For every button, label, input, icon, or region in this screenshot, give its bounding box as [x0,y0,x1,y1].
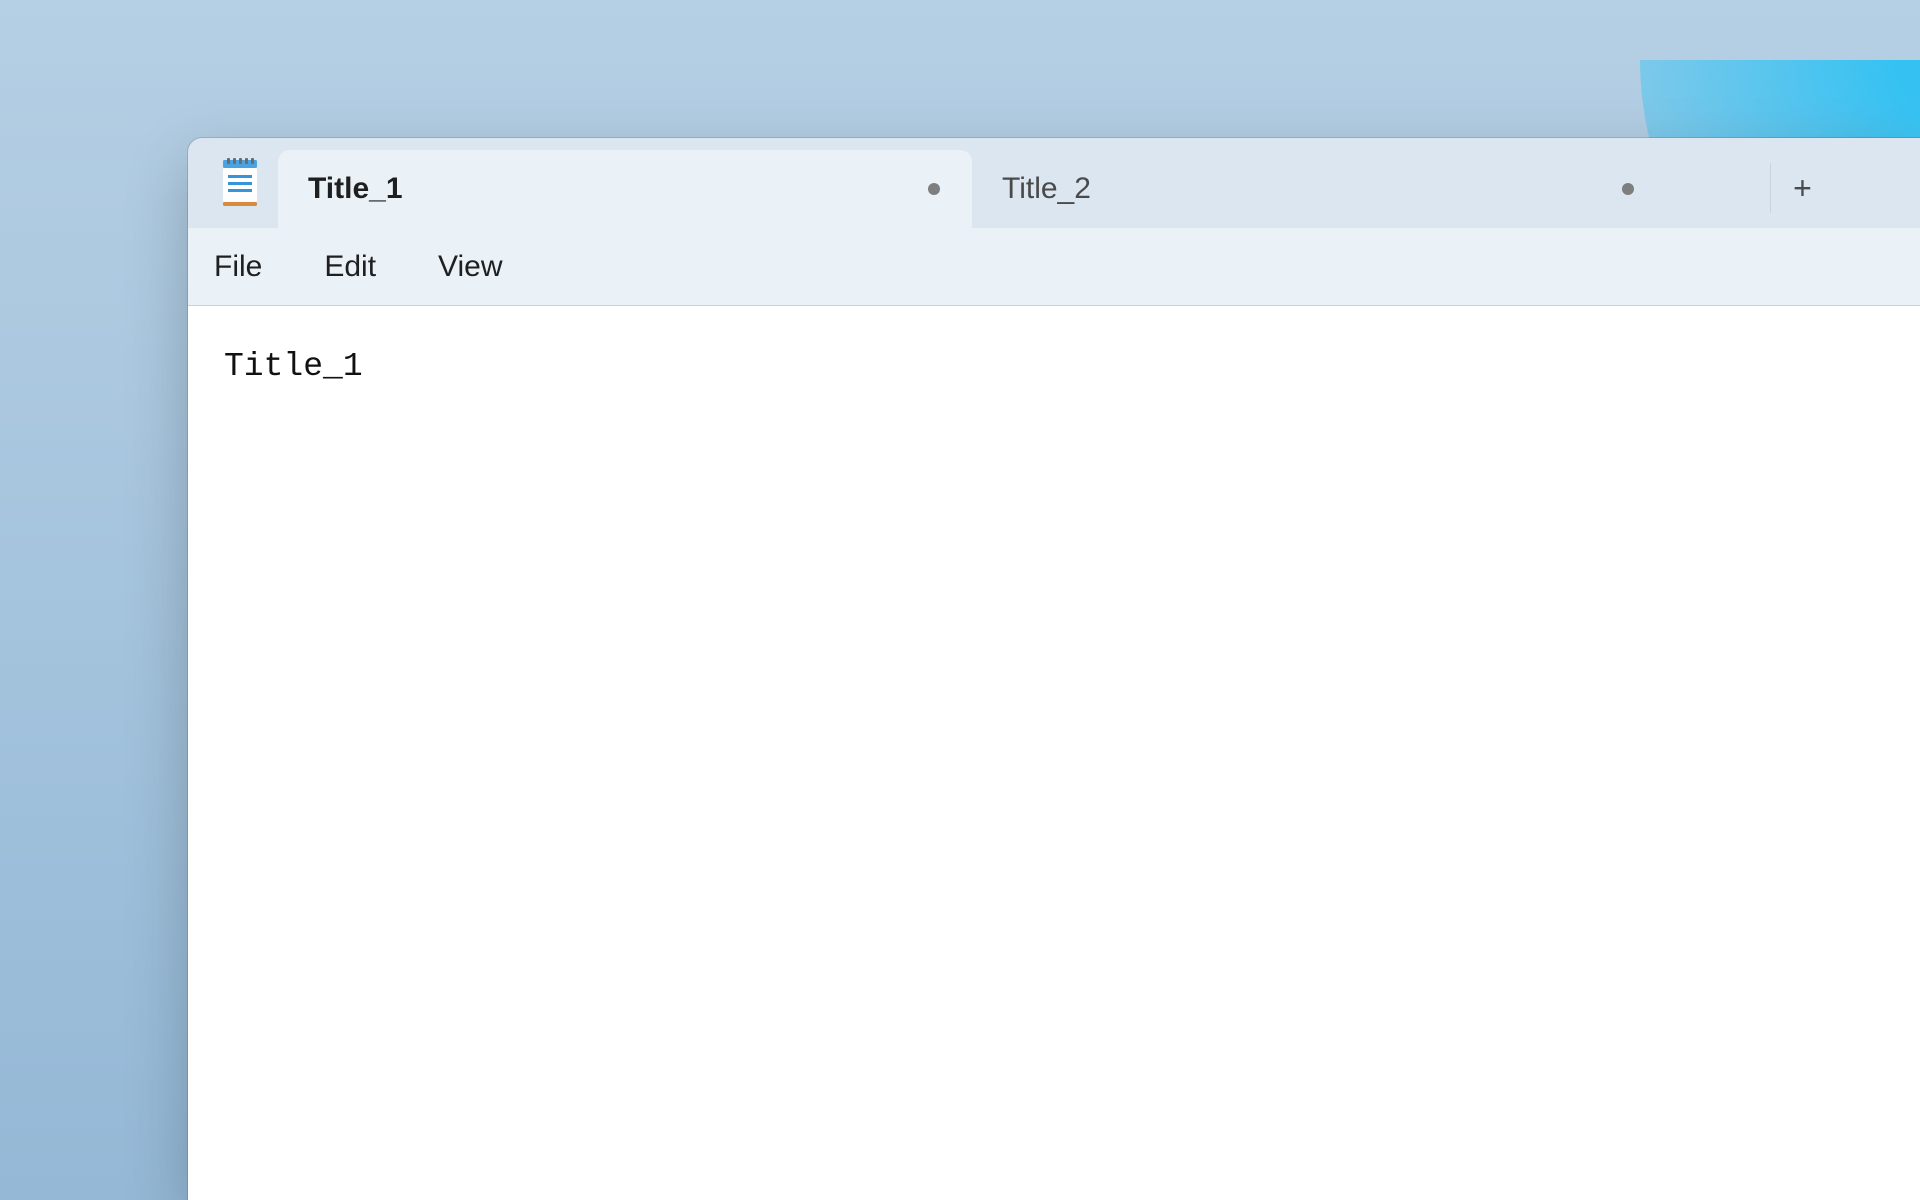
tab-label: Title_1 [308,172,928,206]
new-tab-button[interactable]: + [1770,163,1820,213]
menu-view[interactable]: View [438,250,502,284]
tab-label: Title_2 [1002,172,1622,206]
tab-bar: Title_1 Title_2 + [188,138,1920,228]
menu-edit[interactable]: Edit [324,250,376,284]
unsaved-dot-icon [1622,183,1634,195]
editor-area[interactable]: Title_1 [188,306,1920,1200]
menu-file[interactable]: File [214,250,262,284]
tab-title-2[interactable]: Title_2 [972,150,1666,228]
notepad-window: Title_1 Title_2 + File Edit View Title_1 [188,138,1920,1200]
notepad-icon [216,158,264,206]
plus-icon: + [1793,172,1812,204]
unsaved-dot-icon [928,183,940,195]
editor-content[interactable]: Title_1 [224,348,1884,748]
menu-bar: File Edit View [188,228,1920,306]
tab-title-1[interactable]: Title_1 [278,150,972,228]
